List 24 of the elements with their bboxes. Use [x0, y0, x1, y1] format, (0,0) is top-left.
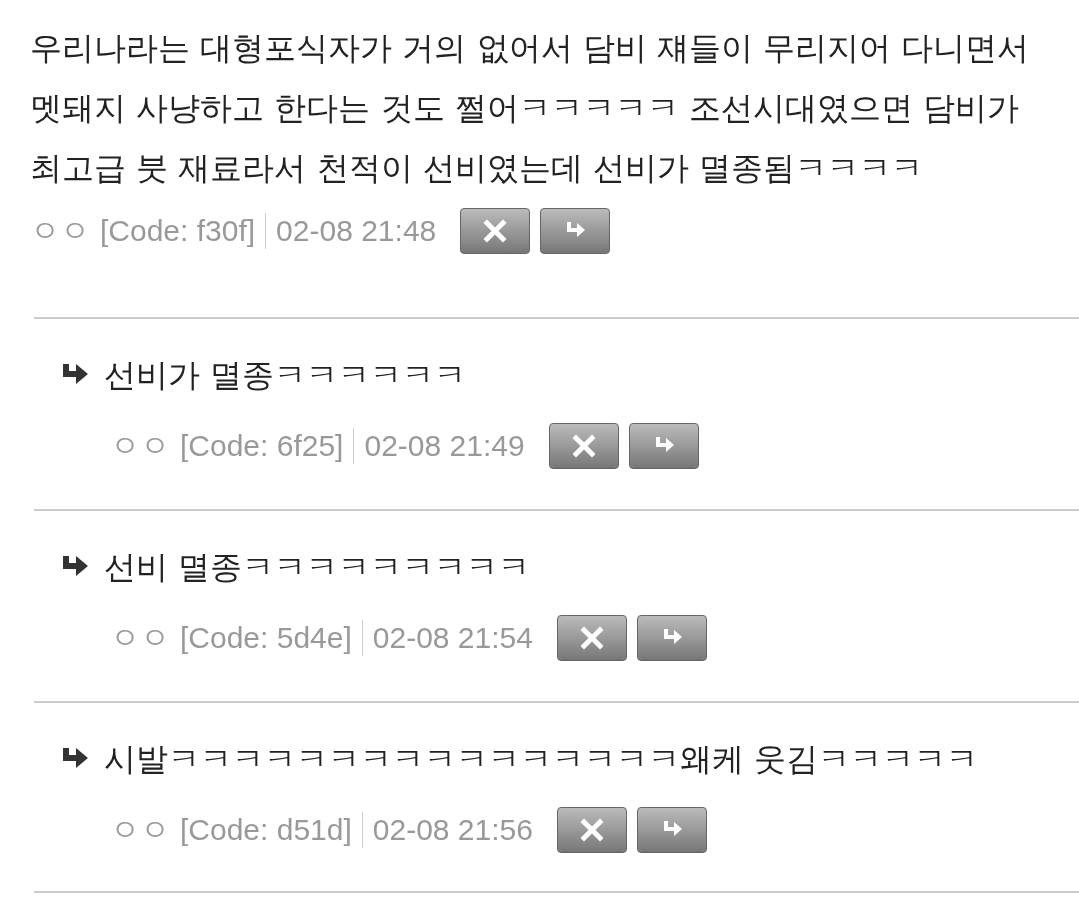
author-name: ㅇㅇ — [110, 811, 170, 848]
user-code: [Code: 5d4e] — [180, 621, 352, 655]
reply-text: 선비 멸종ㅋㅋㅋㅋㅋㅋㅋㅋㅋ — [104, 547, 531, 588]
delete-button[interactable] — [460, 208, 531, 254]
comment-time: 02-08 21:54 — [372, 621, 533, 655]
user-code: [Code: 6f25] — [180, 429, 344, 463]
delete-button[interactable] — [556, 615, 627, 661]
author-name: ㅇㅇ — [110, 619, 170, 656]
comment-text: 우리나라는 대형포식자가 거의 없어서 담비 쟤들이 무리지어 다니면서 멧돼지 사냥하고 한다는 것도 쩔어ㅋㅋㅋㅋㅋ 조선시대였으면 담비가 최고급 붓 재료라서 천적이 선비였는데 선비가 멸종됨ㅋㅋㅋㅋ — [30, 28, 1031, 189]
reply-button[interactable] — [540, 208, 611, 254]
reply-button[interactable] — [636, 807, 707, 853]
reply-button[interactable] — [636, 615, 707, 661]
delete-button[interactable] — [556, 807, 627, 853]
reply-button[interactable] — [628, 423, 699, 469]
reply-text: 시발ㅋㅋㅋㅋㅋㅋㅋㅋㅋㅋㅋㅋㅋㅋㅋㅋ왜케 웃김ㅋㅋㅋㅋㅋ — [104, 739, 979, 780]
user-code: [Code: f30f] — [100, 214, 256, 248]
comment-time: 02-08 21:56 — [372, 813, 533, 847]
comment-time: 02-08 21:49 — [364, 429, 525, 463]
author-name: ㅇㅇ — [30, 212, 90, 249]
delete-button[interactable] — [548, 423, 619, 469]
author-name: ㅇㅇ — [110, 427, 170, 464]
reply-text: 선비가 멸종ㅋㅋㅋㅋㅋㅋ — [104, 355, 467, 396]
user-code: [Code: d51d] — [180, 813, 352, 847]
comment-time: 02-08 21:48 — [276, 214, 437, 248]
